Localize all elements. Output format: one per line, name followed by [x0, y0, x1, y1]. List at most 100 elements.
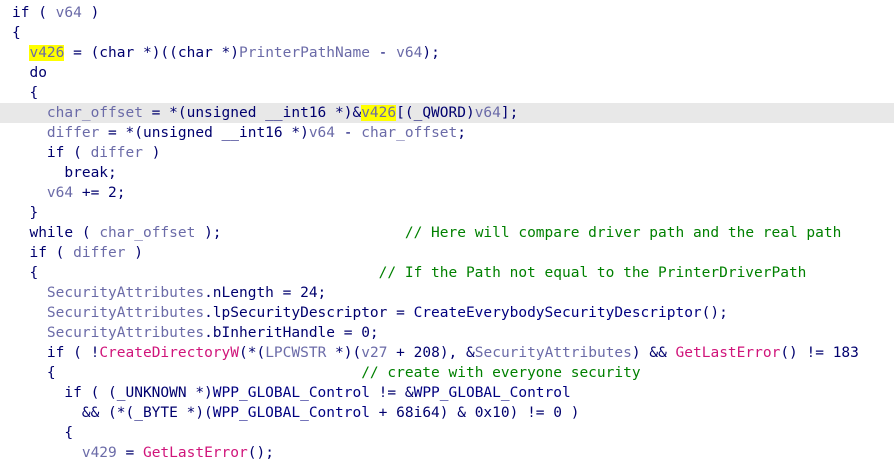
code-token: SecurityAttributes — [46, 305, 205, 321]
code-token: char_offset — [99, 225, 196, 241]
code-token: SecurityAttributes — [474, 345, 632, 361]
code-token: .bInheritHandle = 0; — [204, 325, 379, 341]
code-token: WPP_GLOBAL_Control — [212, 405, 370, 421]
code-token: - — [369, 45, 397, 61]
code-token: [(_QWORD) — [396, 105, 475, 121]
code-line[interactable]: v64 += 2; — [0, 183, 894, 203]
code-token: v27 — [361, 345, 388, 361]
code-token: ); — [422, 45, 440, 61]
code-token: LPCWSTR — [265, 345, 327, 361]
code-token: = (char *)((char *) — [64, 45, 239, 61]
code-line[interactable]: { — [0, 423, 894, 443]
code-token: ) — [81, 5, 100, 21]
code-token: = *(unsigned __int16 *)& — [142, 105, 362, 121]
code-token: { — [12, 265, 379, 281]
code-token: (); — [247, 445, 274, 461]
code-token: if ( — [12, 145, 91, 161]
code-token: char_offset — [361, 125, 458, 141]
code-token: WPP_GLOBAL_Control — [212, 385, 370, 401]
code-line[interactable]: if ( (_UNKNOWN *)WPP_GLOBAL_Control != &… — [0, 383, 894, 403]
highlighted-token: v426 — [361, 105, 397, 121]
code-line[interactable]: SecurityAttributes.bInheritHandle = 0; — [0, 323, 894, 343]
code-token: += 2; — [73, 185, 126, 201]
code-token: ) && — [631, 345, 676, 361]
code-token: // If the Path not equal to the PrinterD… — [378, 265, 807, 281]
code-line[interactable]: } — [0, 203, 894, 223]
code-token: differ — [46, 125, 100, 141]
code-line[interactable]: { — [0, 23, 894, 43]
code-line[interactable]: { — [0, 83, 894, 103]
code-line[interactable]: if ( differ ) — [0, 243, 894, 263]
code-line[interactable]: && (*(_BYTE *)(WPP_GLOBAL_Control + 68i6… — [0, 403, 894, 423]
code-token: break; — [12, 165, 117, 181]
code-token: { — [12, 85, 39, 101]
code-token: GetLastError — [142, 445, 248, 461]
code-token: CreateEverybodySecurityDescriptor — [413, 305, 702, 321]
code-line[interactable]: { // If the Path not equal to the Printe… — [0, 263, 894, 283]
code-token: while ( — [12, 225, 100, 241]
code-token: != & — [369, 385, 414, 401]
code-line[interactable]: v426 = (char *)((char *)PrinterPathName … — [0, 43, 894, 63]
code-token: SecurityAttributes — [46, 285, 205, 301]
code-line-current[interactable]: char_offset = *(unsigned __int16 *)&v426… — [0, 103, 894, 123]
code-token: (); — [701, 305, 728, 321]
code-line[interactable]: if ( differ ) — [0, 143, 894, 163]
code-token: { — [12, 365, 362, 381]
code-token: differ — [73, 245, 126, 261]
code-line[interactable]: v429 = GetLastError(); — [0, 443, 894, 463]
code-token: *)( — [326, 345, 362, 361]
code-token: WPP_GLOBAL_Control — [413, 385, 571, 401]
code-token: CreateDirectoryW — [99, 345, 239, 361]
code-token: GetLastError — [675, 345, 781, 361]
code-line[interactable]: do — [0, 63, 894, 83]
code-token: () != 183 — [780, 345, 859, 361]
code-line[interactable]: differ = *(unsigned __int16 *)v64 - char… — [0, 123, 894, 143]
code-token: if ( — [12, 5, 56, 21]
code-token: ; — [457, 125, 466, 141]
code-line[interactable]: SecurityAttributes.lpSecurityDescriptor … — [0, 303, 894, 323]
code-line[interactable]: { // create with everyone security — [0, 363, 894, 383]
code-token: char_offset — [46, 105, 143, 121]
code-token: + 68i64) & 0x10) != 0 ) — [369, 405, 580, 421]
code-token: (*( — [239, 345, 266, 361]
code-token: .nLength = 24; — [204, 285, 327, 301]
code-line[interactable]: if ( v64 ) — [0, 3, 894, 23]
code-token: ]; — [500, 105, 519, 121]
pseudocode-view[interactable]: if ( v64 ) { v426 = (char *)((char *)Prin… — [0, 0, 894, 466]
code-line[interactable]: while ( char_offset ); // Here will comp… — [0, 223, 894, 243]
code-token: v64 — [474, 105, 501, 121]
highlighted-token: v426 — [29, 45, 65, 61]
code-token: differ — [90, 145, 143, 161]
code-token: { — [12, 25, 21, 41]
code-token: v64 — [55, 5, 82, 21]
code-token: ) — [125, 245, 143, 261]
code-token: && (*(_BYTE *)( — [12, 405, 213, 421]
code-token: - — [335, 125, 362, 141]
code-line[interactable]: SecurityAttributes.nLength = 24; — [0, 283, 894, 303]
code-token: = — [116, 445, 143, 461]
code-token: ); — [195, 225, 405, 241]
code-token: if ( (_UNKNOWN *) — [12, 385, 213, 401]
code-token: v64 — [396, 45, 423, 61]
code-line[interactable]: if ( !CreateDirectoryW(*(LPCWSTR *)(v27 … — [0, 343, 894, 363]
code-token: if ( ! — [12, 345, 100, 361]
code-token: ) — [142, 145, 161, 161]
code-token: PrinterPathName — [239, 45, 370, 61]
code-token: // create with everyone security — [361, 365, 641, 381]
code-token: v64 — [46, 185, 74, 201]
code-token: } — [12, 205, 39, 221]
code-token: = *(unsigned __int16 *) — [99, 125, 309, 141]
code-token: v64 — [308, 125, 336, 141]
code-line[interactable]: break; — [0, 163, 894, 183]
code-token: + 208), & — [387, 345, 475, 361]
code-token: if ( — [12, 245, 74, 261]
code-token: do — [12, 65, 47, 81]
